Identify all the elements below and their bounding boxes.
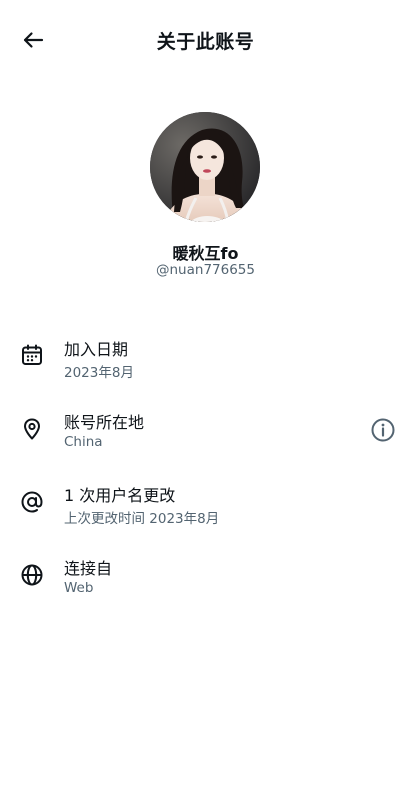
info-subtitle: Web — [64, 580, 94, 596]
info-item-connected-via: 连接自 Web — [0, 549, 411, 609]
header: 关于此账号 — [0, 0, 411, 80]
info-title: 连接自 — [64, 559, 113, 578]
page-title: 关于此账号 — [156, 31, 255, 53]
info-subtitle: China — [64, 434, 103, 450]
info-item-account-location: 账号所在地 China — [0, 403, 411, 463]
info-subtitle: 2023年8月 — [64, 365, 134, 381]
info-circle-icon — [371, 418, 395, 442]
info-subtitle: 上次更改时间 2023年8月 — [64, 511, 220, 527]
calendar-icon — [19, 342, 45, 368]
info-title: 加入日期 — [64, 340, 129, 359]
username-handle: @nuan776655 — [156, 262, 255, 278]
info-title: 账号所在地 — [64, 413, 145, 432]
info-item-join-date: 加入日期 2023年8月 — [0, 330, 411, 390]
location-pin-icon — [19, 416, 45, 442]
location-info-button[interactable] — [369, 416, 397, 444]
info-item-username-changes: 1 次用户名更改 上次更改时间 2023年8月 — [0, 476, 411, 536]
globe-icon — [19, 562, 45, 588]
display-name: 暖秋互fo — [172, 244, 239, 263]
info-title: 1 次用户名更改 — [64, 486, 176, 505]
avatar — [150, 112, 260, 222]
at-sign-icon — [19, 489, 45, 515]
